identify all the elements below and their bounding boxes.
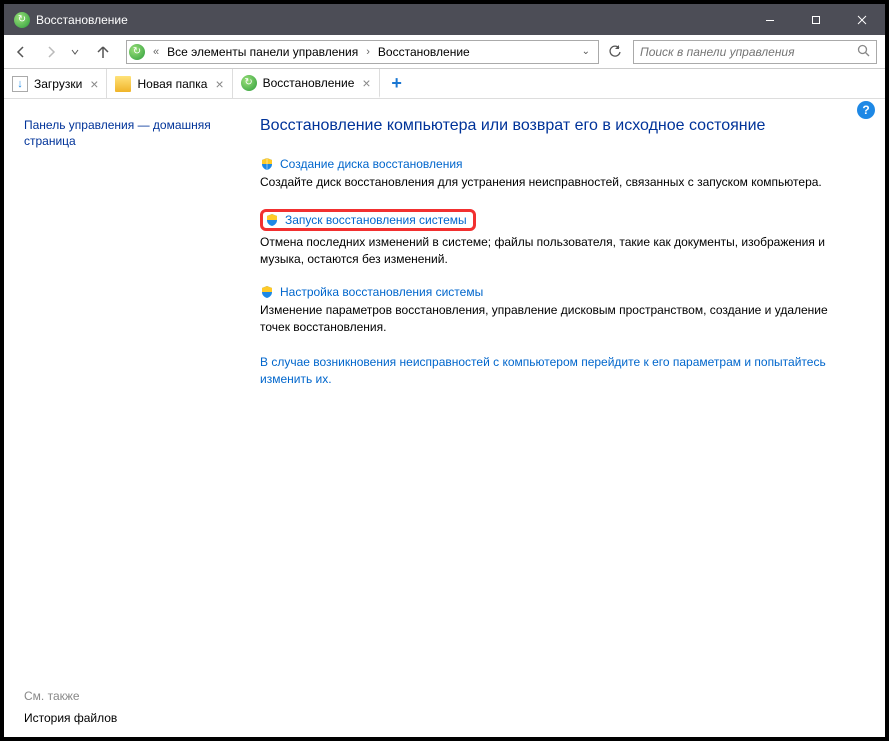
window: Восстановление « Все bbox=[0, 0, 889, 741]
file-history-link[interactable]: История файлов bbox=[24, 711, 117, 725]
close-button[interactable] bbox=[839, 4, 885, 35]
titlebar: Восстановление bbox=[4, 4, 885, 35]
search-box[interactable] bbox=[633, 40, 877, 64]
toolbar: « Все элементы панели управления › Восст… bbox=[4, 35, 885, 69]
address-bar[interactable]: « Все элементы панели управления › Восст… bbox=[126, 40, 599, 64]
highlight-annotation: Запуск восстановления системы bbox=[260, 209, 476, 231]
tab-label: Новая папка bbox=[137, 77, 207, 91]
back-button[interactable] bbox=[8, 39, 34, 65]
forward-button[interactable] bbox=[38, 39, 64, 65]
see-also-label: См. также bbox=[24, 689, 117, 703]
downloads-icon bbox=[12, 76, 28, 92]
maximize-button[interactable] bbox=[793, 4, 839, 35]
tab-downloads[interactable]: Загрузки × bbox=[4, 69, 107, 98]
tab-recovery[interactable]: Восстановление × bbox=[233, 69, 380, 98]
start-system-restore-link[interactable]: Запуск восстановления системы bbox=[285, 213, 467, 227]
sidebar-bottom: См. также История файлов bbox=[24, 689, 117, 725]
breadcrumb-seg-1[interactable]: Все элементы панели управления bbox=[167, 45, 358, 59]
tab-label: Загрузки bbox=[34, 77, 82, 91]
address-dropdown[interactable]: ⌄ bbox=[576, 46, 596, 57]
minimize-button[interactable] bbox=[747, 4, 793, 35]
help-icon[interactable]: ? bbox=[857, 101, 875, 119]
shield-icon bbox=[265, 213, 279, 227]
window-controls bbox=[747, 4, 885, 35]
item-create-recovery-disk: Создание диска восстановления Создайте д… bbox=[260, 157, 849, 191]
sidebar-home-link[interactable]: Панель управления — домашняя страница bbox=[24, 117, 212, 149]
shield-icon bbox=[260, 285, 274, 299]
recovery-icon bbox=[241, 75, 257, 91]
tab-label: Восстановление bbox=[263, 76, 355, 90]
configure-system-restore-link[interactable]: Настройка восстановления системы bbox=[280, 285, 483, 299]
close-icon[interactable]: × bbox=[90, 76, 98, 92]
item-desc: Отмена последних изменений в системе; фа… bbox=[260, 234, 849, 268]
page-heading: Восстановление компьютера или возврат ег… bbox=[260, 117, 849, 135]
address-icon bbox=[129, 44, 145, 60]
shield-icon bbox=[260, 157, 274, 171]
create-recovery-disk-link[interactable]: Создание диска восстановления bbox=[280, 157, 463, 171]
main-panel: ? Восстановление компьютера или возврат … bbox=[224, 99, 885, 737]
item-desc: Изменение параметров восстановления, упр… bbox=[260, 302, 849, 336]
refresh-button[interactable] bbox=[603, 40, 627, 64]
chevron-left-icon: « bbox=[153, 46, 159, 58]
breadcrumb-seg-2[interactable]: Восстановление bbox=[378, 45, 470, 59]
recent-dropdown[interactable] bbox=[68, 39, 82, 65]
recovery-icon bbox=[14, 12, 30, 28]
tabstrip: Загрузки × Новая папка × Восстановление … bbox=[4, 69, 885, 99]
folder-icon bbox=[115, 76, 131, 92]
chevron-right-icon: › bbox=[366, 46, 370, 58]
window-title: Восстановление bbox=[36, 13, 747, 27]
item-configure-system-restore: Настройка восстановления системы Изменен… bbox=[260, 285, 849, 336]
new-tab-button[interactable]: + bbox=[380, 69, 414, 98]
sidebar: Панель управления — домашняя страница См… bbox=[4, 99, 224, 737]
tab-new-folder[interactable]: Новая папка × bbox=[107, 69, 232, 98]
content: Панель управления — домашняя страница См… bbox=[4, 99, 885, 737]
item-start-system-restore: Запуск восстановления системы Отмена пос… bbox=[260, 209, 849, 268]
search-input[interactable] bbox=[640, 45, 857, 59]
up-button[interactable] bbox=[90, 39, 116, 65]
item-desc: Создайте диск восстановления для устране… bbox=[260, 174, 849, 191]
close-icon[interactable]: × bbox=[362, 75, 370, 91]
close-icon[interactable]: × bbox=[215, 76, 223, 92]
search-icon[interactable] bbox=[857, 44, 870, 60]
footer-settings-link[interactable]: В случае возникновения неисправностей с … bbox=[260, 354, 849, 388]
